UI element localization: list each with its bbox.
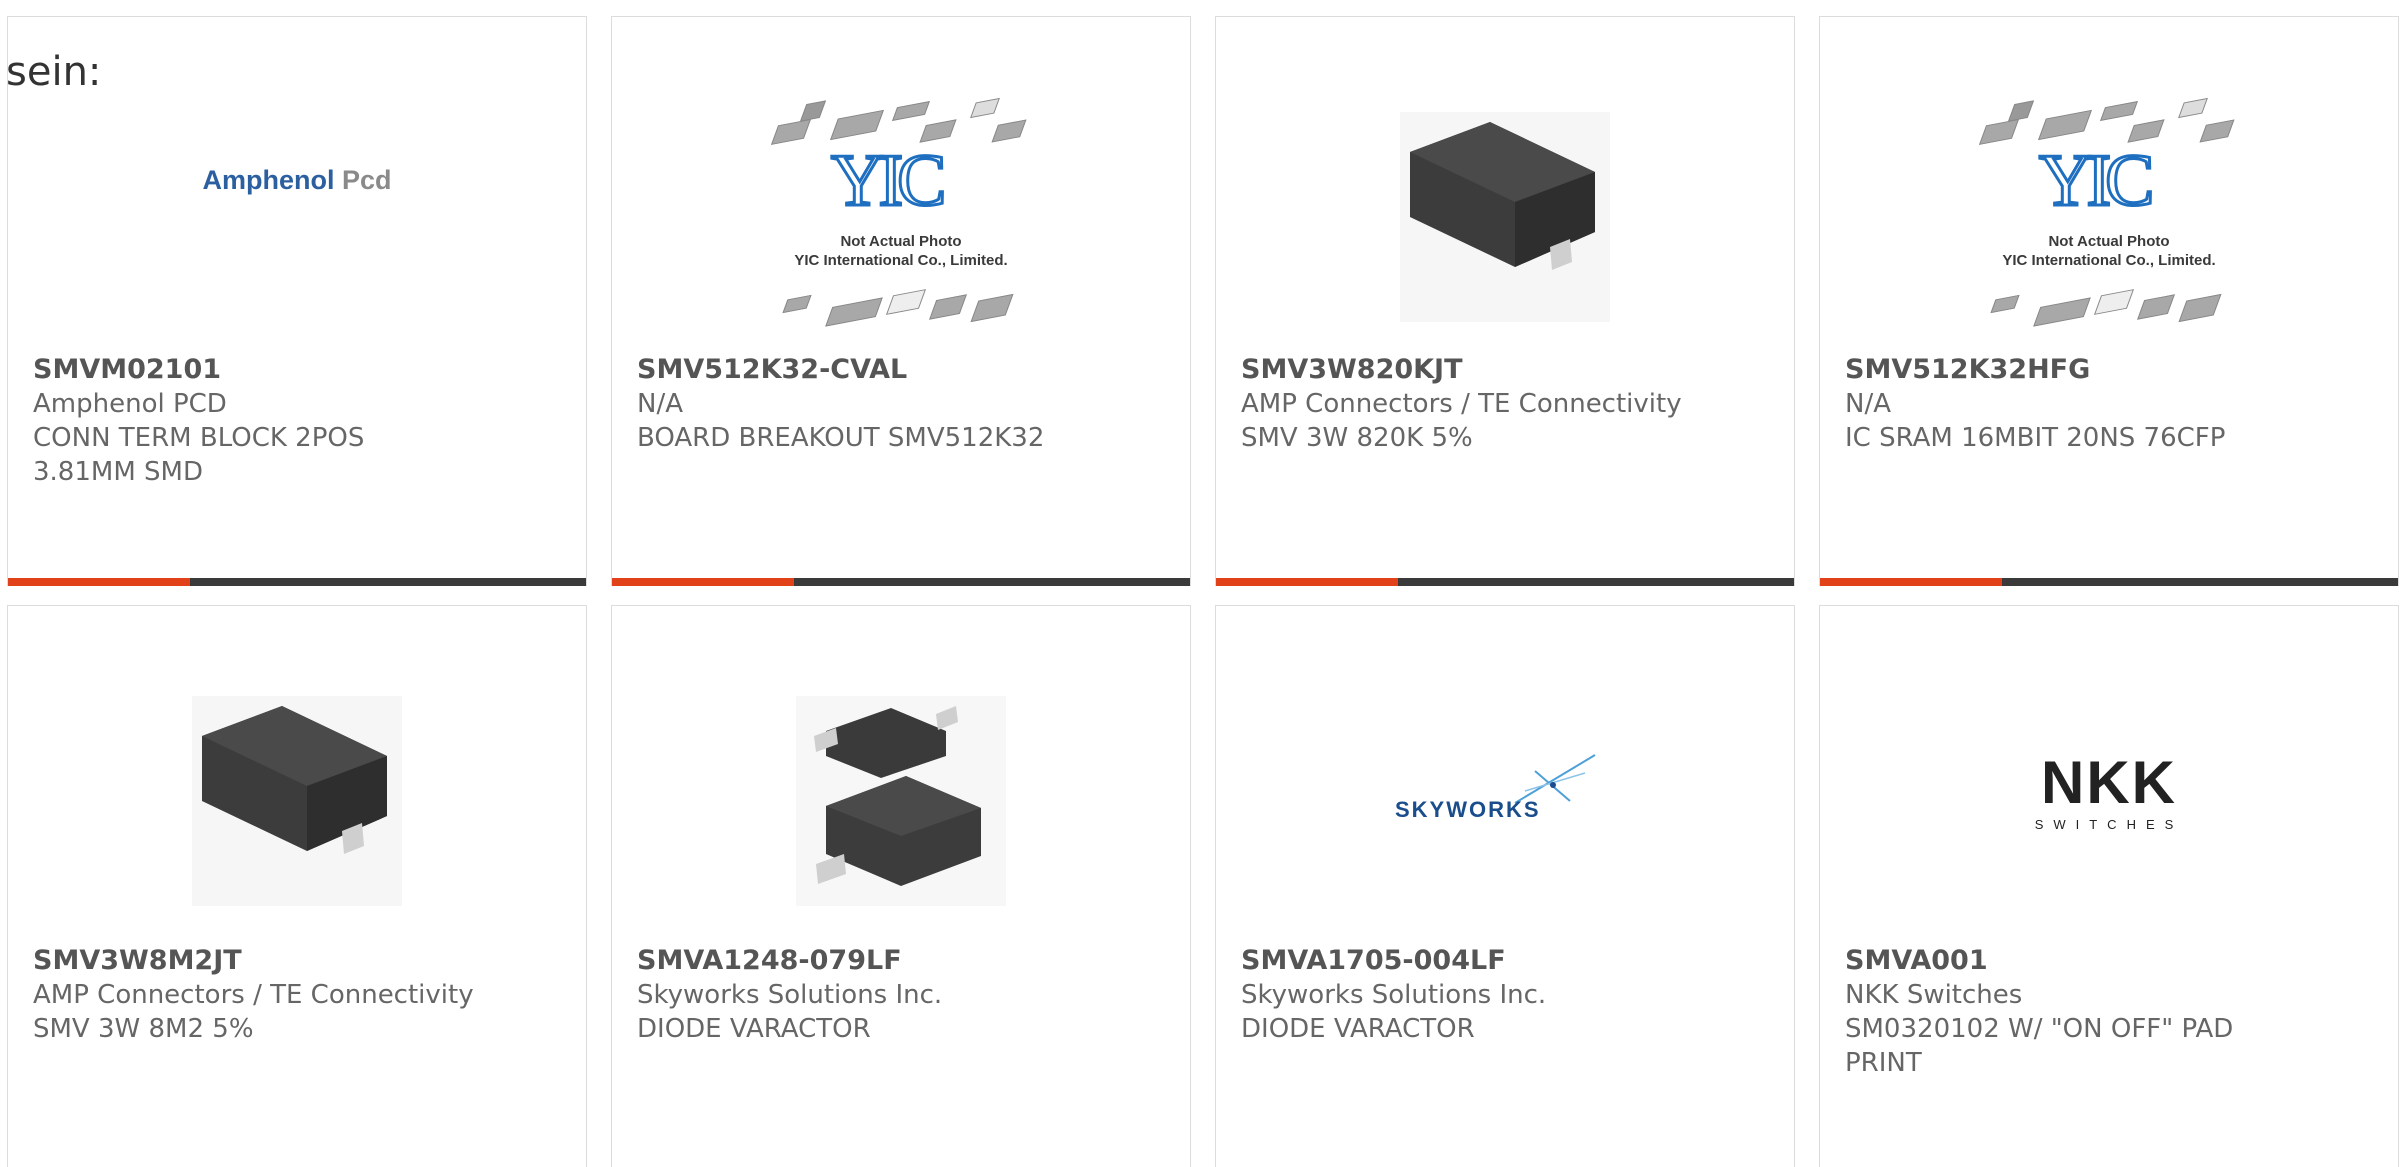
chip-icon — [2038, 109, 2092, 141]
manufacturer: AMP Connectors / TE Connectivity — [1241, 389, 1682, 419]
chip-icon — [1978, 119, 2020, 145]
manufacturer: AMP Connectors / TE Connectivity — [33, 980, 474, 1010]
chip-icon — [991, 119, 1027, 143]
description: CONN TERM BLOCK 2POS 3.81MM SMD — [33, 423, 365, 487]
part-number[interactable]: SMVA1705-004LF — [1241, 944, 1774, 978]
product-grid-page: sein: Amphenol Pcd SMVM02101 Amphenol PC… — [0, 0, 2400, 1167]
product-info: SMV512K32HFG N/A IC SRAM 16MBIT 20NS 76C… — [1845, 353, 2378, 455]
product-info: SMVM02101 Amphenol PCD CONN TERM BLOCK 2… — [33, 353, 566, 489]
product-info: SMV3W8M2JT AMP Connectors / TE Connectiv… — [33, 944, 566, 1046]
card-bottom-bar — [8, 578, 586, 586]
part-number[interactable]: SMVM02101 — [33, 353, 566, 387]
chip-icon — [825, 297, 883, 327]
product-card[interactable]: SMV3W8M2JT AMP Connectors / TE Connectiv… — [7, 605, 587, 1167]
smd-component-image — [192, 696, 402, 906]
chip-icon — [2199, 119, 2235, 143]
chip-icon — [770, 119, 812, 145]
chip-icon — [970, 293, 1014, 323]
product-info: SMV3W820KJT AMP Connectors / TE Connecti… — [1241, 353, 1774, 455]
chip-icon — [2178, 293, 2222, 323]
chip-icon — [929, 294, 967, 320]
description: BOARD BREAKOUT SMV512K32 — [637, 423, 1045, 453]
chip-icon — [2100, 101, 2138, 121]
skyworks-logo: SKYWORKS — [1395, 751, 1615, 831]
description: DIODE VARACTOR — [637, 1014, 871, 1044]
product-image[interactable]: YIC Not Actual Photo YIC International C… — [1820, 67, 2398, 367]
amphenol-logo: Amphenol Pcd — [202, 164, 392, 195]
manufacturer: Skyworks Solutions Inc. — [1241, 980, 1547, 1010]
smd-component-image — [1400, 112, 1610, 322]
yic-placeholder-image: YIC Not Actual Photo YIC International C… — [756, 92, 1046, 342]
product-image[interactable]: SKYWORKS — [1216, 651, 1794, 951]
manufacturer: N/A — [637, 389, 683, 419]
chip-icon — [830, 109, 884, 141]
description: SMV 3W 8M2 5% — [33, 1014, 254, 1044]
card-bar-accent — [612, 578, 794, 586]
part-number[interactable]: SMVA1248-079LF — [637, 944, 1170, 978]
chip-icon — [782, 294, 812, 314]
card-bar-accent — [1216, 578, 1398, 586]
chip-icon — [2007, 100, 2035, 122]
yic-caption: Not Actual Photo YIC International Co., … — [794, 233, 1008, 269]
product-image[interactable] — [8, 651, 586, 951]
product-card[interactable]: YIC Not Actual Photo YIC International C… — [611, 16, 1191, 586]
chip-icon — [2093, 289, 2135, 315]
nkk-subtitle: SWITCHES — [2034, 816, 2184, 832]
product-card[interactable]: SMV3W820KJT AMP Connectors / TE Connecti… — [1215, 16, 1795, 586]
yic-logo: YIC — [2037, 140, 2155, 222]
part-number[interactable]: SMV512K32HFG — [1845, 353, 2378, 387]
description: SM0320102 W/ "ON OFF" PAD PRINT — [1845, 1014, 2234, 1078]
product-card[interactable]: YIC Not Actual Photo YIC International C… — [1819, 16, 2399, 586]
chip-icon — [2033, 297, 2091, 327]
card-bar-accent — [8, 578, 190, 586]
product-card[interactable]: SMVA1248-079LF Skyworks Solutions Inc. D… — [611, 605, 1191, 1167]
card-bottom-bar — [1820, 578, 2398, 586]
chip-icon — [885, 289, 927, 315]
nkk-switches-logo: NKK SWITCHES — [2034, 748, 2184, 832]
part-number[interactable]: SMV512K32-CVAL — [637, 353, 1170, 387]
intro-text: sein: — [6, 49, 102, 95]
sod-diode-image — [796, 696, 1006, 906]
description: DIODE VARACTOR — [1241, 1014, 1475, 1044]
description: IC SRAM 16MBIT 20NS 76CFP — [1845, 423, 2226, 453]
product-image[interactable]: YIC Not Actual Photo YIC International C… — [612, 67, 1190, 367]
product-card[interactable]: Amphenol Pcd SMVM02101 Amphenol PCD CONN… — [7, 16, 587, 586]
manufacturer: NKK Switches — [1845, 980, 2023, 1010]
yic-logo: YIC — [829, 140, 947, 222]
chip-icon — [970, 97, 1000, 119]
part-number[interactable]: SMV3W8M2JT — [33, 944, 566, 978]
part-number[interactable]: SMVA001 — [1845, 944, 2378, 978]
manufacturer: N/A — [1845, 389, 1891, 419]
manufacturer: Skyworks Solutions Inc. — [637, 980, 943, 1010]
product-card[interactable]: SKYWORKS SMVA1705-004LF Skyworks Solutio… — [1215, 605, 1795, 1167]
product-info: SMV512K32-CVAL N/A BOARD BREAKOUT SMV512… — [637, 353, 1170, 455]
product-image[interactable]: Amphenol Pcd — [8, 67, 586, 367]
description: SMV 3W 820K 5% — [1241, 423, 1473, 453]
card-bottom-bar — [612, 578, 1190, 586]
part-number[interactable]: SMV3W820KJT — [1241, 353, 1774, 387]
chip-icon — [892, 101, 930, 121]
chip-icon — [2137, 294, 2175, 320]
product-info: SMVA1705-004LF Skyworks Solutions Inc. D… — [1241, 944, 1774, 1046]
product-image[interactable]: NKK SWITCHES — [1820, 651, 2398, 951]
chip-icon — [2178, 97, 2208, 119]
manufacturer: Amphenol PCD — [33, 389, 227, 419]
chip-icon — [1990, 294, 2020, 314]
yic-caption: Not Actual Photo YIC International Co., … — [2002, 233, 2216, 269]
card-bar-accent — [1820, 578, 2002, 586]
card-bottom-bar — [1216, 578, 1794, 586]
nkk-wordmark: NKK — [2041, 748, 2177, 816]
product-card[interactable]: NKK SWITCHES SMVA001 NKK Switches SM0320… — [1819, 605, 2399, 1167]
yic-placeholder-image: YIC Not Actual Photo YIC International C… — [1964, 92, 2254, 342]
product-image[interactable] — [1216, 67, 1794, 367]
skyworks-wordmark: SKYWORKS — [1395, 797, 1541, 822]
product-info: SMVA1248-079LF Skyworks Solutions Inc. D… — [637, 944, 1170, 1046]
product-image[interactable] — [612, 651, 1190, 951]
chip-icon — [799, 100, 827, 122]
product-info: SMVA001 NKK Switches SM0320102 W/ "ON OF… — [1845, 944, 2378, 1080]
